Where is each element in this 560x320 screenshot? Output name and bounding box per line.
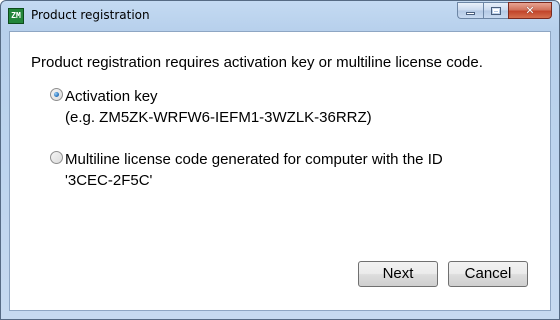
activation-key-label-group[interactable]: Activation key (e.g. ZM5ZK-WRFW6-IEFM1-3… — [65, 86, 372, 128]
activation-key-example: (e.g. ZM5ZK-WRFW6-IEFM1-3WZLK-36RRZ) — [65, 109, 372, 126]
dialog-window: ZM Product registration ✕ Product regist… — [0, 0, 560, 320]
multiline-license-label-group[interactable]: Multiline license code generated for com… — [65, 149, 443, 191]
instruction-text: Product registration requires activation… — [31, 54, 483, 71]
maximize-button[interactable] — [483, 2, 508, 19]
title-bar[interactable]: ZM Product registration ✕ — [1, 1, 559, 31]
close-button[interactable]: ✕ — [508, 2, 552, 19]
multiline-license-radio[interactable] — [50, 151, 63, 164]
next-button[interactable]: Next — [358, 261, 438, 287]
multiline-license-label[interactable]: Multiline license code generated for com… — [65, 149, 443, 170]
maximize-icon — [491, 6, 501, 15]
close-icon: ✕ — [525, 4, 535, 17]
activation-key-label[interactable]: Activation key — [65, 86, 372, 107]
minimize-icon — [466, 12, 475, 15]
activation-key-radio[interactable] — [50, 88, 63, 101]
dialog-content: Product registration requires activation… — [9, 31, 551, 311]
cancel-button[interactable]: Cancel — [448, 261, 528, 287]
computer-id-text: '3CEC-2F5C' — [65, 172, 153, 189]
caption-buttons: ✕ — [457, 2, 552, 20]
minimize-button[interactable] — [457, 2, 483, 19]
window-title: Product registration — [31, 8, 150, 22]
app-icon[interactable]: ZM — [8, 8, 24, 24]
